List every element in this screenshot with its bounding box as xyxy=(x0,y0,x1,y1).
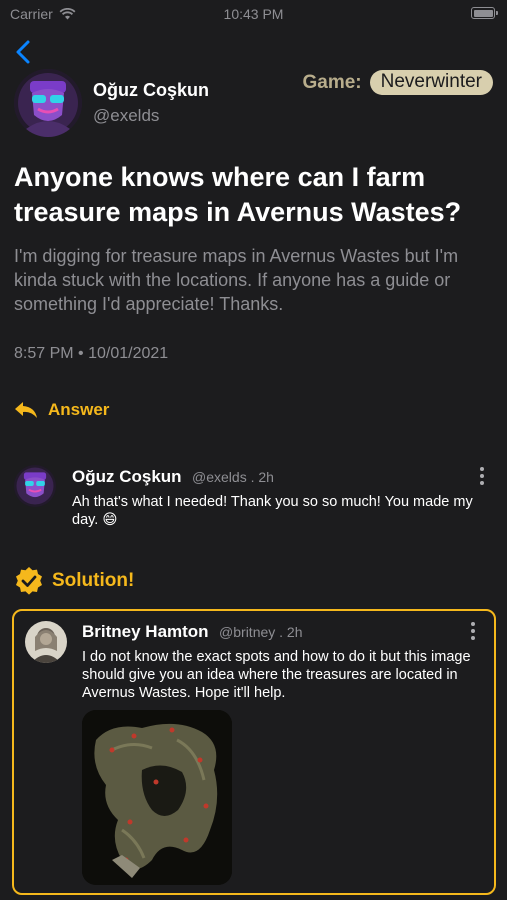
map-illustration xyxy=(82,710,232,885)
verified-badge-icon xyxy=(16,567,42,595)
solution-card: Britney Hamton @britney . 2h I do not kn… xyxy=(12,609,496,895)
battery-icon xyxy=(471,7,498,19)
comment-avatar[interactable] xyxy=(14,465,56,507)
solution-more-button[interactable] xyxy=(468,622,478,644)
game-label: Game: xyxy=(302,71,362,93)
reply-arrow-icon xyxy=(15,402,37,418)
post-title: Anyone knows where can I farm treasure m… xyxy=(14,162,462,227)
post-timestamp: 8:57 PM • 10/01/2021 xyxy=(14,345,169,362)
game-pill[interactable]: Neverwinter xyxy=(369,70,493,95)
solution-text: I do not know the exact spots and how to… xyxy=(82,649,471,701)
comment-author-handle: @exelds . 2h xyxy=(192,469,274,485)
solution-heading: Solution! xyxy=(14,566,134,596)
comment: Oğuz Coşkun @exelds . 2h Ah that's what … xyxy=(72,467,482,529)
back-button[interactable] xyxy=(12,38,38,66)
comment-author-name[interactable]: Oğuz Coşkun xyxy=(72,467,182,486)
comment-avatar-image xyxy=(14,465,56,507)
answer-label: Answer xyxy=(48,400,110,419)
answer-button[interactable]: Answer xyxy=(14,400,109,420)
solution-content: Britney Hamton @britney . 2h I do not kn… xyxy=(82,622,472,702)
author-name[interactable]: Oğuz Coşkun xyxy=(93,80,209,101)
solution-avatar[interactable] xyxy=(25,621,67,663)
post-body: I'm digging for treasure maps in Avernus… xyxy=(14,246,459,314)
avatar-image xyxy=(14,69,82,137)
comment-more-button[interactable] xyxy=(477,467,487,489)
game-tag: Game: Neverwinter xyxy=(302,70,493,95)
solution-author-handle: @britney . 2h xyxy=(219,624,303,640)
author-handle: @exelds xyxy=(93,106,160,125)
chevron-left-icon xyxy=(16,40,30,64)
solution-author-name[interactable]: Britney Hamton xyxy=(82,622,209,641)
author-avatar[interactable] xyxy=(14,69,82,137)
comment-text: Ah that's what I needed! Thank you so so… xyxy=(72,494,473,528)
status-bar: Carrier 10:43 PM xyxy=(0,0,507,28)
solution-avatar-image xyxy=(25,621,67,663)
treasure-map-image[interactable] xyxy=(82,710,232,885)
status-time: 10:43 PM xyxy=(223,6,284,22)
solution-label: Solution! xyxy=(52,570,135,591)
